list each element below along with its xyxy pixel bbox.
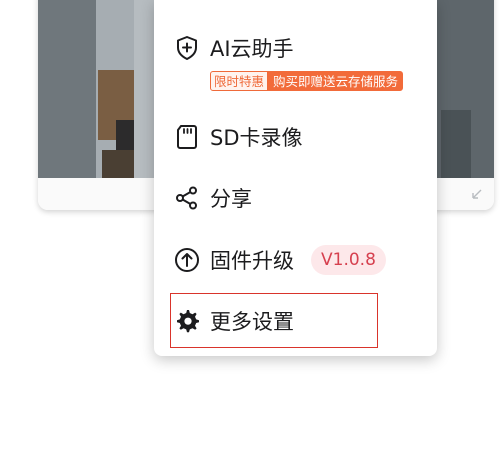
menu-item-label: AI云助手	[210, 37, 294, 61]
share-icon	[174, 185, 200, 211]
highlight-box	[170, 293, 378, 348]
shield-plus-icon	[174, 35, 200, 61]
menu-item-label: 固件升级	[210, 249, 294, 273]
sd-card-icon	[174, 124, 200, 150]
upload-circle-icon	[174, 247, 200, 273]
menu-item-firmware[interactable]: 固件升级	[154, 236, 437, 284]
menu-item-share[interactable]: 分享	[154, 174, 437, 222]
menu-item-ai-cloud[interactable]: AI云助手	[154, 24, 437, 72]
menu-item-sd-record[interactable]: SD卡录像	[154, 113, 437, 161]
firmware-version-badge: V1.0.8	[311, 245, 386, 275]
promo-tag: 限时特惠	[210, 71, 269, 91]
menu-item-label: SD卡录像	[210, 126, 303, 150]
menu-item-label: 分享	[210, 187, 252, 211]
expand-icon[interactable]	[470, 186, 484, 200]
promo-message: 购买即赠送云存储服务	[268, 71, 404, 91]
cloud-storage-promo-badge[interactable]: 限时特惠 购买即赠送云存储服务	[210, 71, 404, 91]
